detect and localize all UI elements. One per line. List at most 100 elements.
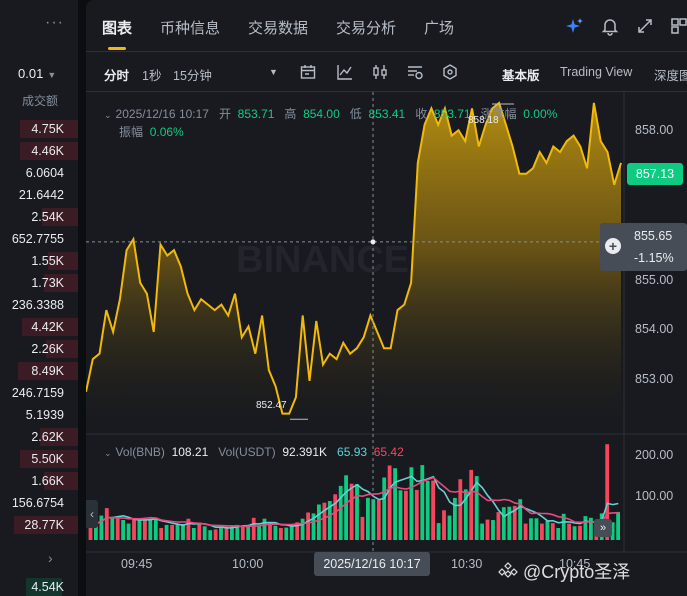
volume-bar [99,515,104,540]
order-book-row: 236.3388 [0,294,78,316]
open-value: 853.71 [237,107,275,121]
calendar-icon[interactable] [299,63,317,81]
volume-bar [469,469,474,540]
chevron-right-icon[interactable]: › [48,550,53,566]
volume-bar [382,477,387,540]
order-book-row: 28.77K [0,514,78,536]
close-label: 收 [415,107,428,121]
view-tradingview[interactable]: Trading View [560,65,632,79]
order-book-value: 5.1939 [25,408,64,422]
tab-coin-info[interactable]: 币种信息 [160,17,220,38]
collapse-caret-icon[interactable]: ⌄ [104,448,112,458]
scroll-to-latest-button[interactable]: » [594,519,612,537]
volume-bar [208,530,213,540]
volume-bar [159,528,164,540]
order-book-value: 5.50K [31,452,64,466]
ai-sparkle-icon[interactable] [565,16,585,36]
volume-bar [556,528,561,540]
current-price-badge: 857.13 [627,163,683,185]
interval-dropdown-icon[interactable]: ▼ [269,67,278,77]
volume-bar [376,500,381,540]
volume-bar [197,522,202,540]
settings-hex-icon[interactable] [441,63,459,81]
volume-bar [251,517,256,540]
tab-trading-analysis[interactable]: 交易分析 [336,17,396,38]
amplitude-info: 振幅 0.06% [119,123,184,140]
view-depth[interactable]: 深度图 [654,65,687,84]
active-tab-indicator [108,47,126,50]
amplitude-value: 0.06% [149,125,184,139]
volume-bar [458,479,463,540]
candlestick-icon[interactable] [371,63,389,81]
drawing-tools-icon[interactable] [406,63,424,81]
crosshair-pct-value: -1.15% [634,251,674,265]
volume-bar [104,508,109,540]
collapse-caret-icon[interactable]: ⌄ [104,110,112,120]
scroll-left-button[interactable]: ‹ [86,500,98,528]
tab-square[interactable]: 广场 [424,17,454,38]
grid-layout-icon[interactable] [669,16,687,36]
volume-bar [213,529,218,540]
interval-1s[interactable]: 1秒 [142,65,161,84]
volume-bar [414,489,419,540]
volume-bar [540,523,544,540]
order-book-value: 1.66K [31,474,64,488]
crosshair-dot [370,239,376,245]
binance-watermark: BINANCE [236,239,409,281]
interval-time-share[interactable]: 分时 [104,65,129,84]
volume-bar [616,512,620,540]
volume-bar [387,465,392,540]
order-book-row: 2.26K [0,338,78,360]
info-datetime: 2025/12/16 10:17 [115,107,209,121]
tab-chart[interactable]: 图表 [102,17,132,38]
order-book-value: 156.6754 [11,496,64,510]
volume-bar [529,518,533,540]
volume-bar [355,484,359,540]
order-book-value: 6.0604 [25,166,64,180]
volume-bar [279,528,283,540]
order-book-row: 5.1939 [0,404,78,426]
order-book-panel: ··· 0.01 ▼ 成交额 4.75K 4.46K 6.0604 21.6442 2.5… [0,0,78,596]
volume-bar [143,518,147,540]
order-book-value: 21.6442 [18,188,64,202]
volume-bar [153,518,158,540]
precision-select[interactable]: 0.01 ▼ [18,66,56,81]
crosshair-price-badge[interactable]: + 855.65 -1.15% [600,223,687,271]
order-book-value: 246.7159 [11,386,64,400]
volume-bar [534,518,539,540]
low-label: 低 [349,107,362,121]
expand-icon[interactable] [635,16,655,36]
bell-icon[interactable] [600,16,620,36]
add-alert-icon[interactable]: + [605,238,621,254]
volume-bar [442,510,446,540]
more-dots-icon[interactable]: ··· [45,14,64,32]
order-book-value: 4.75K [31,122,64,136]
volume-bar [349,483,354,540]
volume-bar [366,497,370,540]
turnover-column-header: 成交额 [22,94,59,108]
view-basic[interactable]: 基本版 [502,65,540,84]
indicator-icon[interactable] [336,63,354,81]
volume-bar [572,526,577,540]
volume-bar [338,485,343,540]
volume-bar [550,523,555,540]
order-book-value: 652.7755 [11,232,64,246]
volume-bar [148,518,153,540]
order-book-row: 5.50K [0,448,78,470]
volume-bar [404,490,408,540]
app-root: ··· 0.01 ▼ 成交额 4.75K 4.46K 6.0604 21.6442 2.5… [0,0,687,596]
vol-bnb-label: Vol(BNB) [115,445,165,459]
tab-trading-data[interactable]: 交易数据 [248,17,308,38]
volume-bar [121,520,125,540]
volume-bar [137,519,142,540]
interval-15m[interactable]: 15分钟 [173,65,212,84]
vol-usdt-label: Vol(USDT) [218,445,276,459]
volume-bar [322,502,327,540]
high-label: 高 [284,107,297,121]
vol-ma2-value: 65.42 [373,445,404,459]
time-tick: 10:00 [232,557,264,571]
order-book-row: 6.0604 [0,162,78,184]
order-book-row: 1.73K [0,272,78,294]
volume-bar [398,490,403,540]
volume-ma-slow [90,476,619,528]
